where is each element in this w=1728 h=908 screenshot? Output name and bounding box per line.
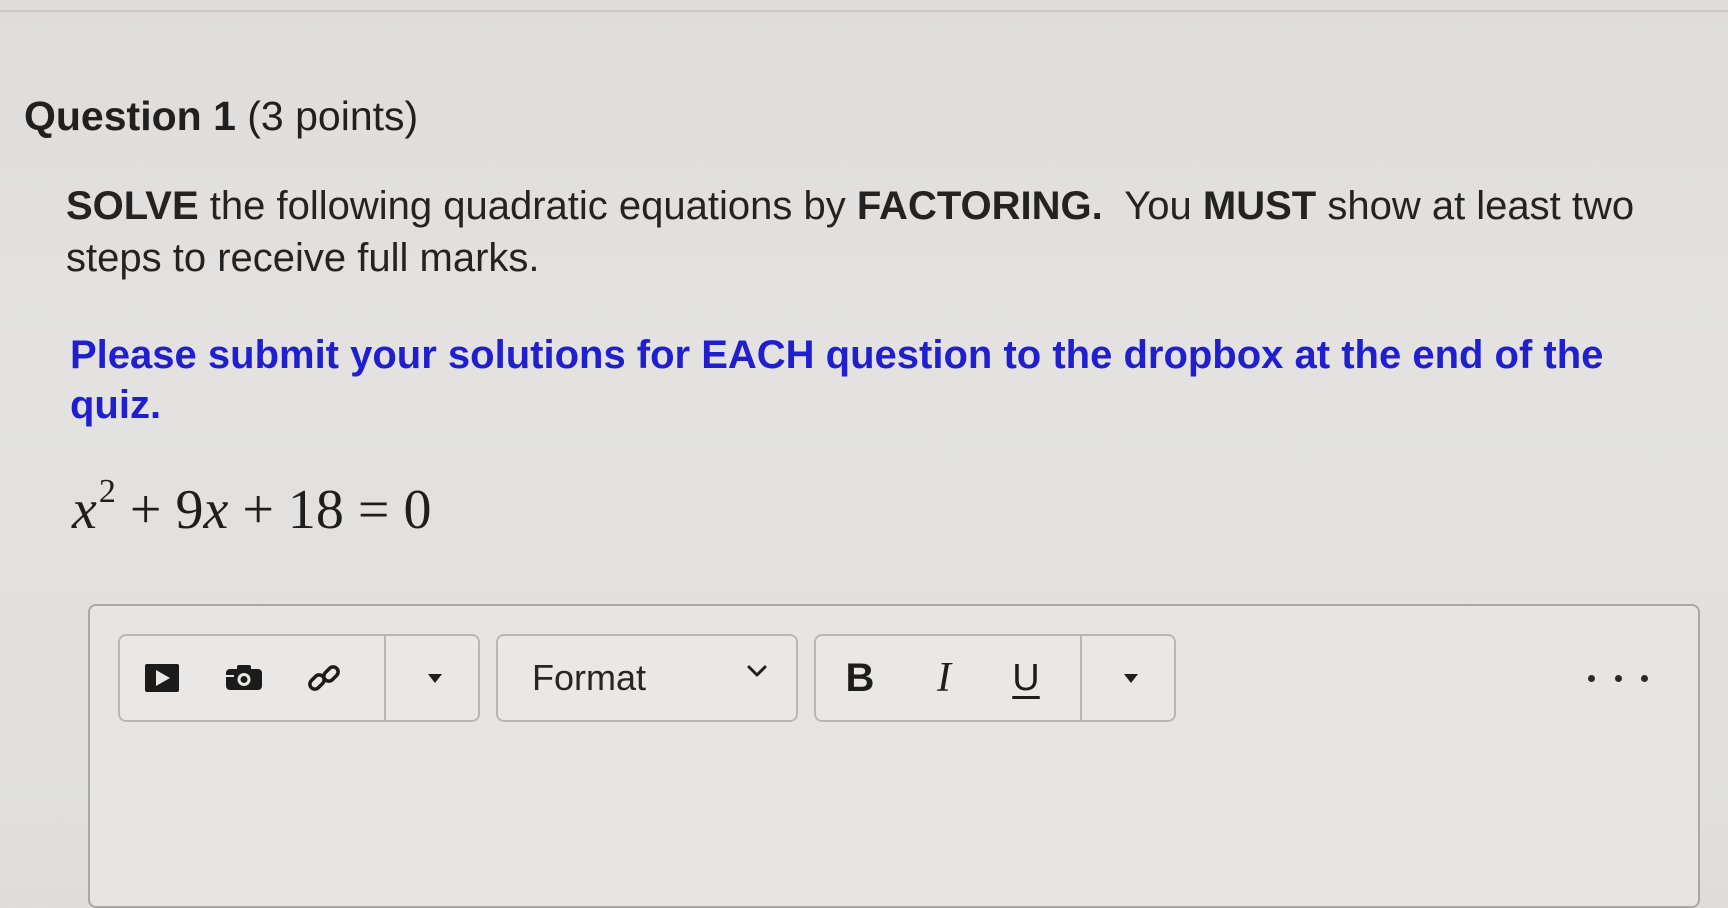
equation-exponent: 2 xyxy=(98,473,116,510)
toolbar-divider xyxy=(1080,636,1082,720)
question-instructions: SOLVE the following quadratic equations … xyxy=(66,180,1686,284)
caret-down-icon xyxy=(1124,673,1138,683)
caret-down-icon xyxy=(428,673,442,683)
insert-tools-group xyxy=(118,634,480,722)
more-dot xyxy=(1614,674,1622,682)
instruction-factoring: FACTORING. xyxy=(856,184,1103,228)
insert-link-button[interactable] xyxy=(300,656,348,700)
chevron-down-icon xyxy=(747,665,767,677)
instruction-text-2: You xyxy=(1102,184,1203,228)
format-select-value: Format xyxy=(532,657,647,698)
equation-term-2: + 18 = 0 xyxy=(228,479,432,541)
more-dot xyxy=(1588,674,1595,682)
bold-button[interactable]: B xyxy=(836,656,884,700)
format-select[interactable]: Format xyxy=(496,634,798,722)
answer-editor[interactable]: Format B I U xyxy=(88,604,1700,908)
quadratic-equation: x2 + 9x + 18 = 0 xyxy=(72,475,432,542)
underline-button[interactable]: U xyxy=(1002,656,1050,700)
question-title: Question 1 xyxy=(24,93,236,139)
underline-label: U xyxy=(1012,656,1040,699)
question-points: (3 points) xyxy=(247,93,419,139)
equation-var-x-2: x xyxy=(203,479,229,541)
insert-image-button[interactable] xyxy=(220,656,268,700)
instruction-text-1: the following quadratic equations by xyxy=(198,184,857,228)
camera-icon xyxy=(226,665,262,690)
more-dot xyxy=(1641,674,1648,682)
insert-media-button[interactable] xyxy=(138,656,186,700)
toolbar-divider xyxy=(384,636,386,720)
play-box-icon xyxy=(145,664,179,692)
equation-var-x: x xyxy=(72,479,97,541)
italic-button[interactable]: I xyxy=(920,655,968,701)
more-options-button[interactable] xyxy=(1588,658,1648,698)
top-divider xyxy=(0,10,1728,12)
instruction-must: MUST xyxy=(1202,184,1317,228)
bold-label: B xyxy=(845,655,875,700)
instruction-solve: SOLVE xyxy=(66,184,199,228)
equation-term-1: + 9 xyxy=(115,479,204,541)
italic-label: I xyxy=(937,655,951,701)
question-header: Question 1 (3 points) xyxy=(24,92,418,140)
submission-notice: Please submit your solutions for EACH qu… xyxy=(70,333,1604,427)
insert-more-dropdown[interactable] xyxy=(410,656,460,700)
link-icon xyxy=(308,665,340,691)
text-style-group: B I U xyxy=(814,634,1176,722)
text-style-more-dropdown[interactable] xyxy=(1106,656,1156,700)
